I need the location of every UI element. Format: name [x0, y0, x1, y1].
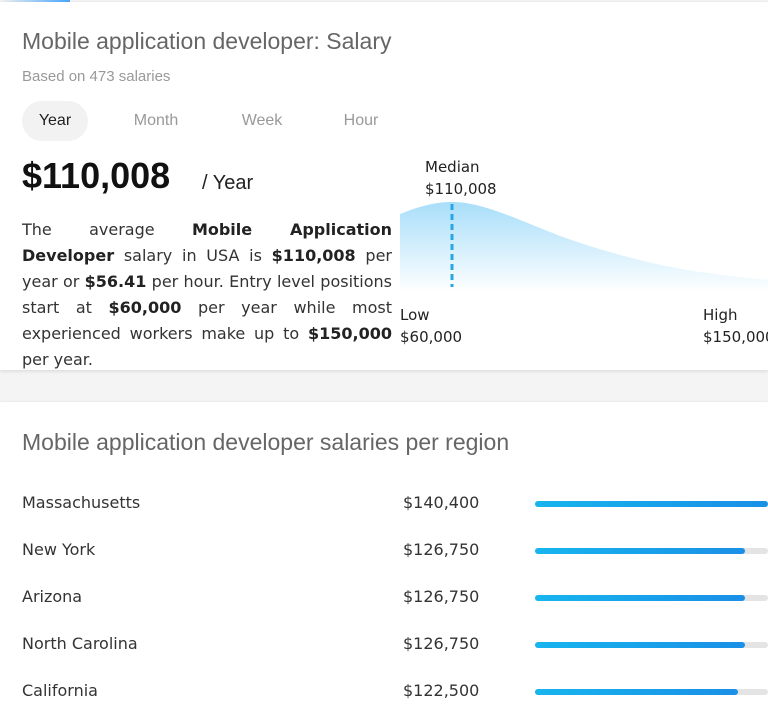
region-bar-fill — [535, 642, 745, 648]
region-bar-track — [535, 548, 768, 554]
desc-top: $150,000 — [307, 324, 392, 343]
region-bar-track — [535, 642, 768, 648]
tab-week[interactable]: Week — [224, 101, 300, 141]
tab-year[interactable]: Year — [22, 101, 88, 141]
salary-description: The average Mobile Application Developer… — [22, 217, 392, 373]
median-label: Median — [425, 158, 480, 176]
salary-amount: $110,008 — [22, 155, 171, 196]
region-row: Massachusetts $140,400 — [0, 488, 768, 518]
salary-period: / Year — [202, 172, 254, 194]
region-bar-fill — [535, 548, 745, 554]
region-bar-track — [535, 689, 768, 695]
desc-hourly: $56.41 — [84, 272, 147, 291]
region-name: Arizona — [22, 587, 83, 606]
region-row: California $122,500 — [0, 676, 768, 706]
desc-text: The average — [22, 220, 192, 239]
desc-text: per year. — [22, 350, 93, 369]
region-name: North Carolina — [22, 634, 138, 653]
salary-summary-card: Mobile application developer: Salary Bas… — [0, 2, 768, 370]
region-name: California — [22, 681, 98, 700]
tab-month[interactable]: Month — [114, 101, 198, 141]
desc-entry: $60,000 — [108, 298, 182, 317]
regions-card: Mobile application developer salaries pe… — [0, 402, 768, 707]
region-name: Massachusetts — [22, 493, 141, 512]
high-value: $150,000 — [703, 328, 768, 346]
region-salary: $140,400 — [403, 493, 480, 512]
desc-yearly: $110,008 — [271, 246, 356, 265]
region-bar-fill — [535, 595, 745, 601]
low-label: Low — [400, 306, 430, 324]
region-name: New York — [22, 540, 96, 559]
distribution-area — [400, 202, 768, 292]
salary-count-subtitle: Based on 473 salaries — [22, 68, 171, 85]
region-salary: $126,750 — [403, 587, 480, 606]
region-row: New York $126,750 — [0, 535, 768, 565]
region-bar-track — [535, 501, 768, 507]
region-row: Arizona $126,750 — [0, 582, 768, 612]
desc-text: salary in USA is — [114, 246, 272, 265]
median-value: $110,008 — [425, 180, 497, 198]
region-salary: $122,500 — [403, 681, 480, 700]
high-label: High — [703, 306, 738, 324]
regions-title: Mobile application developer salaries pe… — [22, 429, 510, 455]
region-bar-track — [535, 595, 768, 601]
region-bar-fill — [535, 501, 768, 507]
region-salary: $126,750 — [403, 634, 480, 653]
page-title: Mobile application developer: Salary — [22, 28, 392, 54]
salary-distribution-curve — [400, 202, 768, 292]
tab-hour[interactable]: Hour — [326, 101, 396, 141]
region-row: North Carolina $126,750 — [0, 629, 768, 659]
low-value: $60,000 — [400, 328, 463, 346]
region-salary: $126,750 — [403, 540, 480, 559]
region-bar-fill — [535, 689, 738, 695]
